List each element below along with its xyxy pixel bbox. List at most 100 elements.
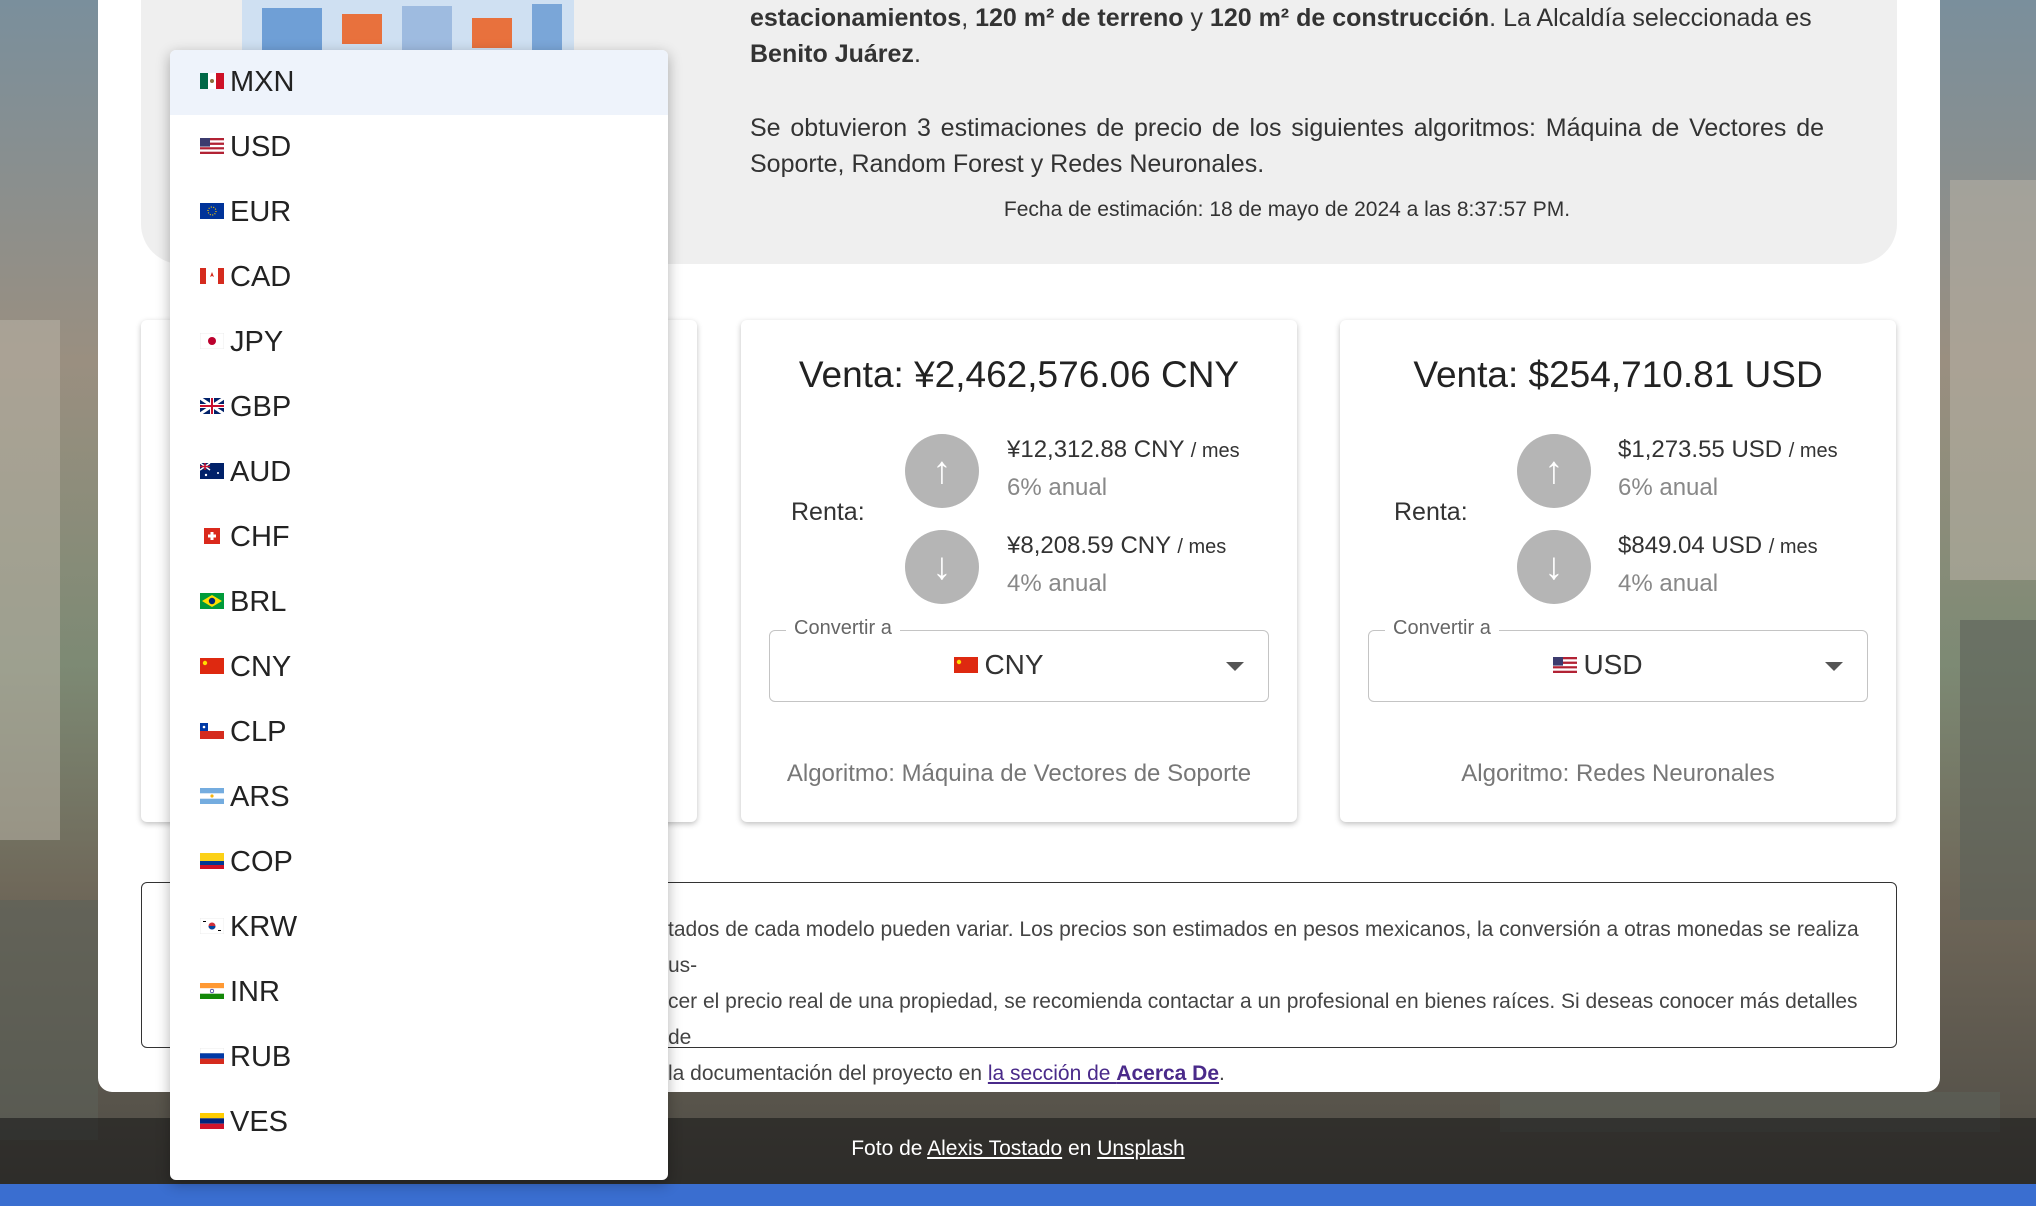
flag-ru-icon xyxy=(200,1048,224,1065)
currency-option-krw[interactable]: KRW xyxy=(170,895,668,960)
currency-option-ves[interactable]: VES xyxy=(170,1090,668,1155)
flag-jp-icon xyxy=(200,333,224,350)
currency-option-mxn[interactable]: MXN xyxy=(170,50,668,115)
credit-prefix: Foto de xyxy=(851,1137,928,1160)
flag-us-icon xyxy=(200,138,224,155)
option-label: BRL xyxy=(230,586,287,618)
bottom-accent-strip xyxy=(0,1184,2036,1206)
flag-kr-icon xyxy=(200,918,224,935)
currency-option-cop[interactable]: COP xyxy=(170,830,668,895)
summary-text: estacionamientos, 120 m² de terreno y 12… xyxy=(750,0,1824,182)
arrow-down-icon: ↓ xyxy=(1517,530,1591,604)
currency-option-ars[interactable]: ARS xyxy=(170,765,668,830)
flag-us-icon xyxy=(1553,656,1578,673)
about-link-text: la sección de xyxy=(987,1062,1117,1085)
select-value: USD xyxy=(1369,649,1827,681)
flag-ar-icon xyxy=(200,788,224,805)
option-label: KRW xyxy=(230,911,298,943)
parking-value: estacionamientos xyxy=(750,4,962,32)
construction-area: 120 m² de construcción xyxy=(1209,4,1490,32)
estimation-date: Fecha de estimación: 18 de mayo de 2024 … xyxy=(1003,198,1571,221)
disclaimer-line: cer el precio real de una propiedad, se … xyxy=(668,990,1858,1049)
rent-low-value: ¥8,208.59 CNY / mes xyxy=(1007,532,1226,560)
currency-option-eur[interactable]: EUR xyxy=(170,180,668,245)
rent-high-percent: 6% anual xyxy=(1007,474,1108,501)
sale-price: Venta: ¥2,462,576.06 CNY xyxy=(798,354,1240,395)
currency-option-usd[interactable]: USD xyxy=(170,115,668,180)
currency-option-brl[interactable]: BRL xyxy=(170,570,668,635)
flag-ve-icon xyxy=(200,1113,224,1130)
option-label: AUD xyxy=(230,456,292,488)
author-link[interactable]: Alexis Tostado xyxy=(927,1137,1062,1160)
about-link-bold: Acerca De xyxy=(1116,1062,1220,1085)
currency-option-aud[interactable]: AUD xyxy=(170,440,668,505)
rent-low-value: $849.04 USD / mes xyxy=(1618,532,1818,560)
rent-high-value: ¥12,312.88 CNY / mes xyxy=(1007,436,1240,464)
disclaimer-line-end: . xyxy=(1219,1062,1225,1085)
option-label: RUB xyxy=(230,1041,292,1073)
currency-option-inr[interactable]: INR xyxy=(170,960,668,1025)
algorithm-label: Algoritmo: Redes Neuronales xyxy=(1461,760,1775,787)
currency-option-gbp[interactable]: GBP xyxy=(170,375,668,440)
currency-option-rub[interactable]: RUB xyxy=(170,1025,668,1090)
option-label: JPY xyxy=(230,326,284,358)
rent-unit: / mes xyxy=(1768,536,1818,558)
summary-sep: . xyxy=(913,40,921,68)
currency-dropdown-menu[interactable]: MXN USD EUR CAD JPY GBP AUD CHF BRL CNY … xyxy=(170,50,668,1180)
disclaimer-line-text: la documentación del proyecto en xyxy=(668,1062,988,1085)
option-label: VES xyxy=(230,1106,289,1138)
flag-cn-icon xyxy=(200,658,224,675)
currency-option-chf[interactable]: CHF xyxy=(170,505,668,570)
flag-mx-icon xyxy=(200,73,224,90)
option-label: USD xyxy=(230,131,292,163)
select-label: Convertir a xyxy=(1385,617,1499,640)
credit-mid: en xyxy=(1062,1137,1098,1160)
disclaimer-text: tados de cada modelo pueden variar. Los … xyxy=(668,912,1868,1092)
option-label: CAD xyxy=(230,261,292,293)
rent-unit: / mes xyxy=(1788,440,1838,462)
rent-unit: / mes xyxy=(1177,536,1227,558)
selected-currency: USD xyxy=(1583,649,1643,680)
rent-unit: / mes xyxy=(1190,440,1240,462)
currency-option-clp[interactable]: CLP xyxy=(170,700,668,765)
rent-low-amount: ¥8,208.59 CNY xyxy=(1007,532,1171,559)
estimate-card-nn: Venta: $254,710.81 USD Renta: ↑ ↓ $1,273… xyxy=(1340,320,1896,822)
select-value: CNY xyxy=(770,649,1228,681)
disclaimer-line: la documentación del proyecto en la secc… xyxy=(668,1056,1868,1092)
summary-sep: y xyxy=(1183,4,1210,32)
option-label: ARS xyxy=(230,781,290,813)
arrow-down-icon: ↓ xyxy=(905,530,979,604)
option-label: GBP xyxy=(230,391,292,423)
option-label: CNY xyxy=(230,651,292,683)
flag-in-icon xyxy=(200,983,224,1000)
unsplash-link[interactable]: Unsplash xyxy=(1097,1137,1185,1160)
algorithm-label: Algoritmo: Máquina de Vectores de Soport… xyxy=(786,760,1252,787)
algorithms-paragraph: Se obtuvieron 3 estimaciones de precio d… xyxy=(750,114,1824,178)
arrow-up-icon: ↑ xyxy=(1517,434,1591,508)
currency-option-cny[interactable]: CNY xyxy=(170,635,668,700)
rent-high-amount: $1,273.55 USD xyxy=(1618,436,1783,463)
rent-low-amount: $849.04 USD xyxy=(1618,532,1763,559)
rent-label: Renta: xyxy=(1394,498,1468,526)
option-label: MXN xyxy=(230,66,295,98)
flag-br-icon xyxy=(200,593,224,610)
chevron-down-icon[interactable] xyxy=(1825,662,1843,671)
rent-high-percent: 6% anual xyxy=(1618,474,1719,501)
flag-eu-icon xyxy=(200,203,224,220)
option-label: COP xyxy=(230,846,293,878)
currency-option-cad[interactable]: CAD xyxy=(170,245,668,310)
flag-au-icon xyxy=(200,463,224,480)
currency-option-jpy[interactable]: JPY xyxy=(170,310,668,375)
summary-sentence: . La Alcaldía seleccionada es xyxy=(1489,4,1812,32)
office-illustration xyxy=(242,0,574,50)
option-label: EUR xyxy=(230,196,292,228)
currency-select[interactable]: Convertir a CNY xyxy=(769,617,1269,702)
about-link[interactable]: la sección de Acerca De xyxy=(988,1062,1219,1085)
rent-label: Renta: xyxy=(791,498,865,526)
flag-ca-icon xyxy=(200,268,224,285)
option-label: CLP xyxy=(230,716,287,748)
alcaldia-name: Benito Juárez xyxy=(750,40,914,68)
chevron-down-icon[interactable] xyxy=(1226,662,1244,671)
currency-select[interactable]: Convertir a USD xyxy=(1368,617,1868,702)
select-label: Convertir a xyxy=(786,617,900,640)
